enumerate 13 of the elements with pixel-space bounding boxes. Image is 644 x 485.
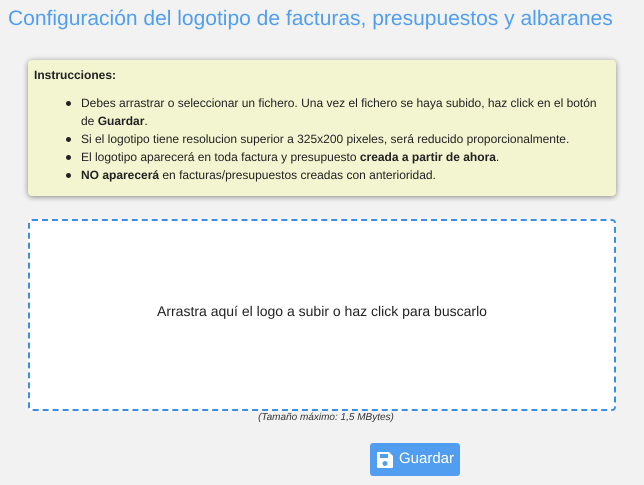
instruction-text: Si el logotipo tiene resolucion superior a 325x200 pixeles, será reducido proporcionalmente. [81,131,570,148]
bullet-icon [66,155,71,160]
file-dropzone[interactable]: Arrastra aquí el logo a subir o haz click para buscarlo [28,219,616,411]
dropzone-message: Arrastra aquí el logo a subir o haz click para buscarlo [157,302,487,321]
instruction-text: El logotipo aparecerá en toda factura y presupuesto creada a partir de ahora. [81,149,500,166]
max-size-note: (Tamaño máximo: 1,5 MBytes) [258,411,394,425]
page-title: Configuración del logotipo de facturas, presupuestos y albaranes [8,6,614,32]
bullet-icon [66,137,71,142]
instruction-text: Debes arrastrar o seleccionar un fichero. Una vez el fichero se haya subido, haz click en el botón de Guardar. [81,95,598,130]
instruction-text: NO aparecerá en facturas/presupuestos creadas con anterioridad. [81,167,436,184]
bullet-icon [66,173,71,178]
bullet-icon [66,101,71,106]
instructions-heading: Instrucciones: [34,67,118,84]
